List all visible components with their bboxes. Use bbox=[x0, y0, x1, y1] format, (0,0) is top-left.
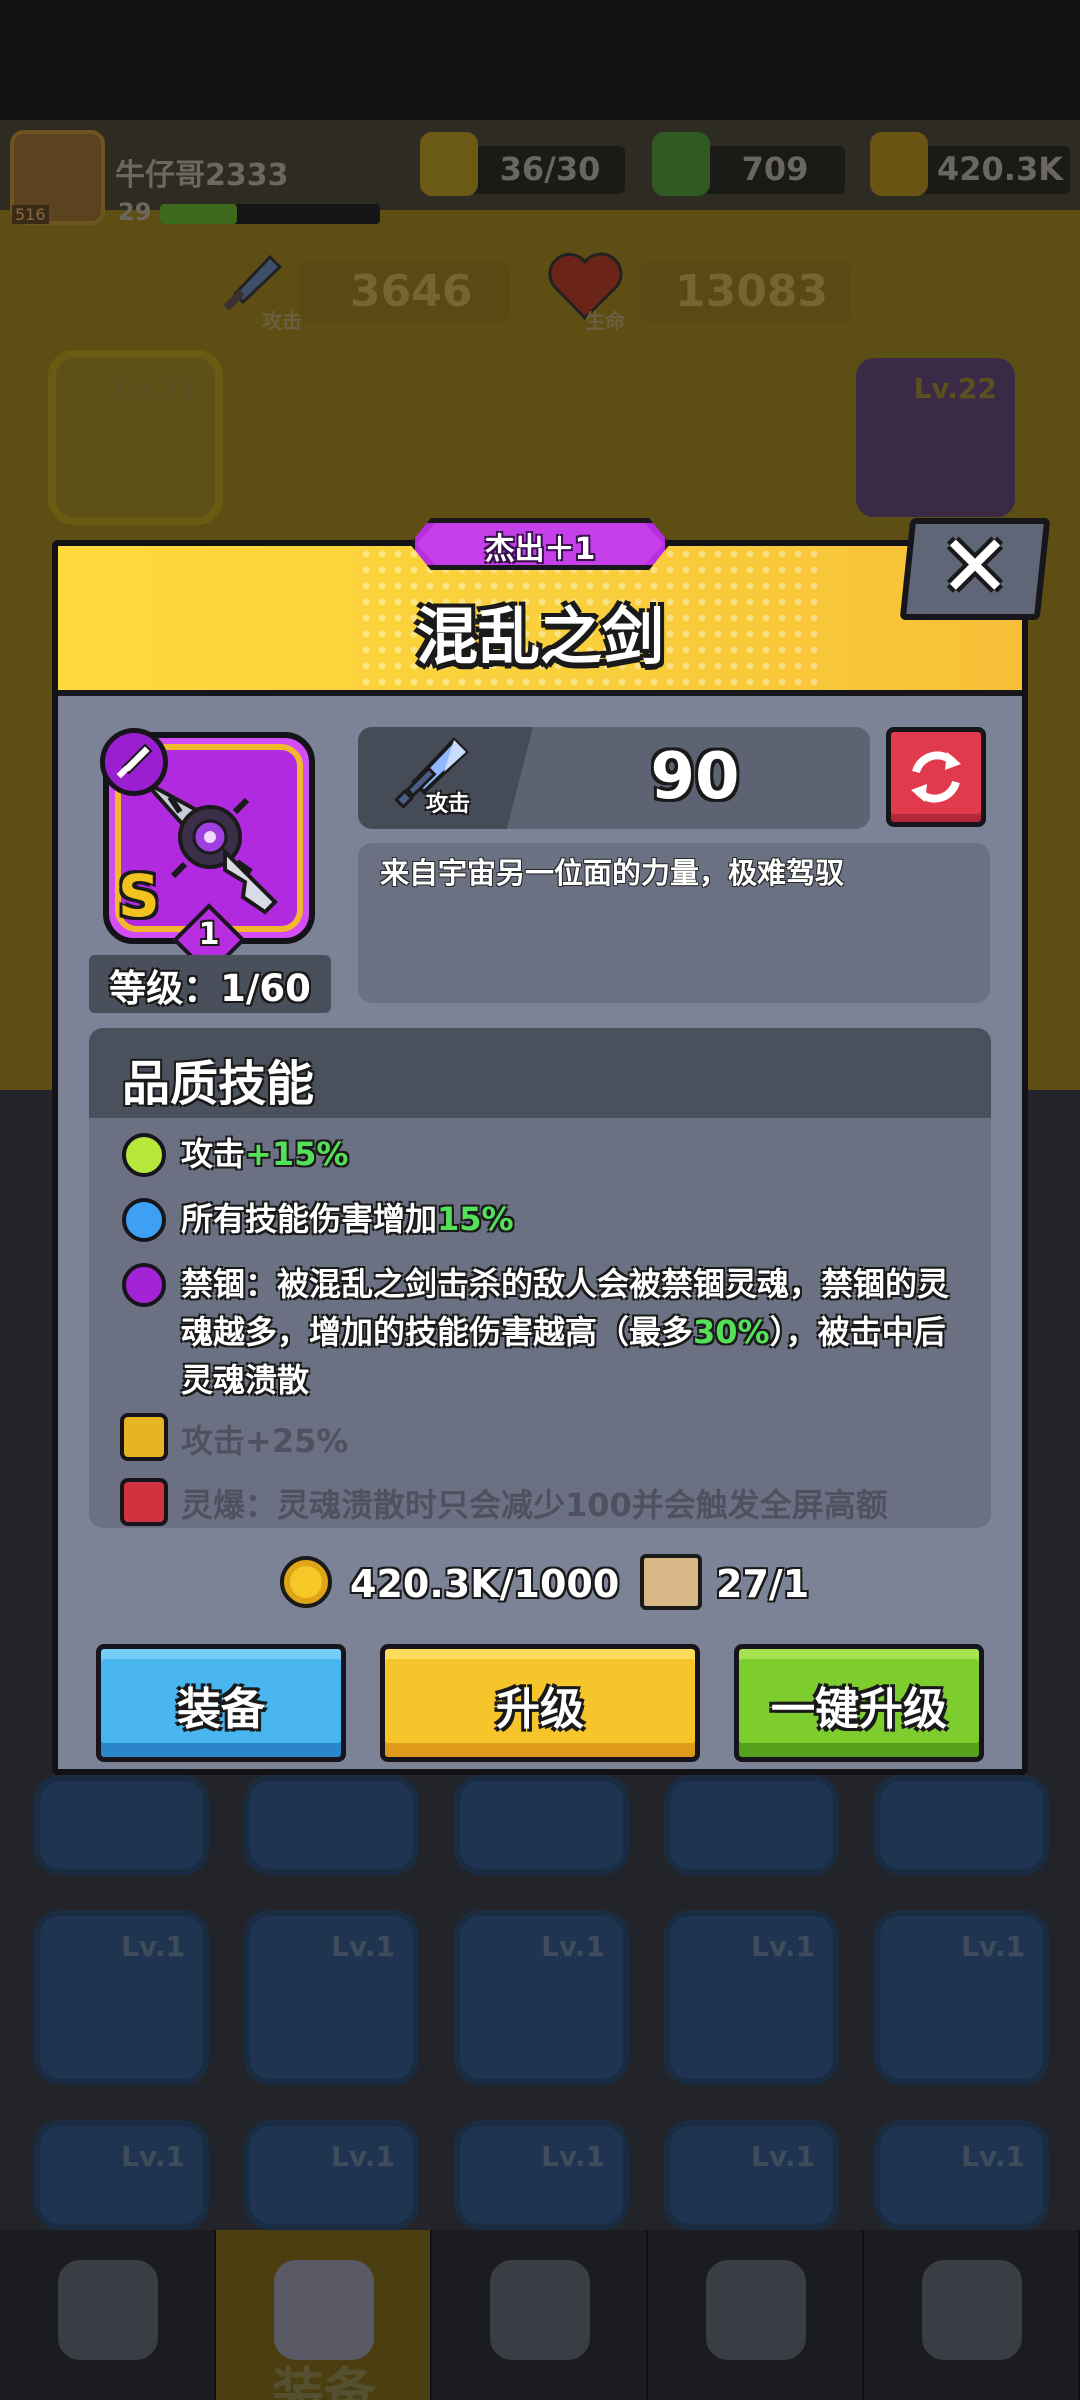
one-click-upgrade-button[interactable]: 一键升级 bbox=[734, 1644, 984, 1762]
item-attack-value: 90 bbox=[650, 740, 740, 814]
weapon-type-badge bbox=[100, 728, 168, 796]
scroll-cost: 27/1 bbox=[716, 1562, 810, 1606]
coin-value: 420.3K bbox=[936, 150, 1063, 188]
inventory-slot[interactable]: Lv.1 bbox=[34, 2120, 209, 2230]
inventory-slot[interactable]: Lv.1 bbox=[874, 2120, 1049, 2230]
gem-icon[interactable] bbox=[652, 132, 710, 196]
slot-level: Lv.1 bbox=[541, 2140, 605, 2173]
avatar-badge: 516 bbox=[12, 205, 49, 224]
inventory-slot[interactable]: Lv.1 bbox=[34, 1910, 209, 2085]
slot-level: Lv.1 bbox=[331, 2140, 395, 2173]
inventory-slot[interactable]: Lv.1 bbox=[454, 2120, 629, 2230]
equip-button-label: 装备 bbox=[177, 1684, 265, 1735]
inventory-slot[interactable] bbox=[874, 1775, 1049, 1875]
refresh-icon bbox=[911, 751, 961, 803]
star-count: 1 bbox=[198, 917, 220, 952]
status-bar-area bbox=[0, 0, 1080, 120]
attack-stat-value: 3646 bbox=[350, 266, 473, 317]
skill-tier-dot bbox=[122, 1133, 166, 1177]
skill-prefix: 攻击 bbox=[181, 1135, 246, 1173]
star-ball-icon bbox=[706, 2260, 806, 2360]
tab-shop[interactable] bbox=[0, 2230, 216, 2400]
xp-bar bbox=[160, 204, 380, 224]
attack-stat-label: 攻击 bbox=[262, 309, 302, 333]
hp-stat-value: 13083 bbox=[675, 266, 829, 317]
quality-skills-header: 品质技能 bbox=[89, 1028, 991, 1118]
skill-tier-dot bbox=[122, 1198, 166, 1242]
upgrade-button-label: 升级 bbox=[496, 1684, 584, 1735]
slot-level: Lv.1 bbox=[541, 1930, 605, 1963]
grade-label: S bbox=[118, 862, 160, 930]
inventory-slot[interactable] bbox=[664, 1775, 839, 1875]
slot-level: Lv.1 bbox=[331, 1930, 395, 1963]
slot-level: Lv.1 bbox=[121, 1930, 185, 1963]
player-name: 牛仔哥2333 bbox=[115, 158, 289, 193]
energy-icon[interactable] bbox=[420, 132, 478, 196]
slot-level: Lv.1 bbox=[751, 2140, 815, 2173]
close-icon[interactable]: ✕ bbox=[905, 512, 1045, 622]
locked-skill-text: 攻击+25% bbox=[181, 1422, 349, 1460]
quality-skills-title: 品质技能 bbox=[122, 1056, 315, 1112]
skill-highlight: +15% bbox=[245, 1135, 349, 1173]
tab-battle[interactable] bbox=[648, 2230, 864, 2400]
inventory-slot[interactable] bbox=[454, 1775, 629, 1875]
armor-slot-level: Lv.22 bbox=[913, 372, 997, 405]
hp-stat-label: 生命 bbox=[585, 309, 625, 333]
item-level-text: 等级：1/60 bbox=[109, 967, 311, 1010]
inventory-slot[interactable]: Lv.1 bbox=[664, 1910, 839, 2085]
item-title: 混乱之剑 bbox=[415, 600, 664, 673]
star-wings-icon bbox=[490, 2260, 590, 2360]
coin-icon bbox=[280, 1556, 332, 1608]
equip-button[interactable]: 装备 bbox=[96, 1644, 346, 1762]
skill-text: 攻击+15% bbox=[181, 1130, 971, 1178]
scroll-icon bbox=[640, 1554, 702, 1610]
quality-skills-panel[interactable]: 品质技能 攻击+15% 所有技能伤害增加15% 禁锢：被混乱之剑击杀的敌人会被禁… bbox=[89, 1028, 991, 1528]
inventory-slot[interactable]: Lv.1 bbox=[244, 1910, 419, 2085]
inventory-slot[interactable]: Lv.1 bbox=[454, 1910, 629, 2085]
one-click-upgrade-label: 一键升级 bbox=[771, 1684, 947, 1735]
lock-icon bbox=[120, 1413, 168, 1461]
locked-skill-text: 灵爆：灵魂溃散时只会减少100并会触发全屏高额 bbox=[181, 1486, 888, 1524]
slot-level: Lv.1 bbox=[121, 2140, 185, 2173]
slot-level: Lv.1 bbox=[961, 1930, 1025, 1963]
slot-level: Lv.1 bbox=[751, 1930, 815, 1963]
lock-icon bbox=[120, 1478, 168, 1526]
xp-bar-fill bbox=[160, 204, 237, 224]
tab-equipment[interactable]: 装备 bbox=[216, 2230, 432, 2400]
inventory-slot[interactable]: Lv.1 bbox=[244, 2120, 419, 2230]
armor-slot[interactable]: Lv.22 bbox=[848, 350, 1023, 525]
slot-level: Lv.1 bbox=[961, 2140, 1025, 2173]
energy-value: 36/30 bbox=[499, 150, 601, 188]
bottom-nav: 装备 bbox=[0, 2230, 1080, 2400]
weapon-slot-level: Lv.31 bbox=[113, 372, 197, 405]
skill-text: 所有技能伤害增加15% bbox=[181, 1195, 971, 1243]
reroll-button[interactable] bbox=[886, 727, 986, 827]
weapon-slot[interactable]: Lv.31 bbox=[48, 350, 223, 525]
inventory-slot[interactable]: Lv.1 bbox=[874, 1910, 1049, 2085]
rarity-tag-text: 杰出＋1 bbox=[484, 532, 596, 567]
skill-prefix: 所有技能伤害增加 bbox=[181, 1200, 438, 1238]
inventory-slot[interactable]: Lv.1 bbox=[664, 2120, 839, 2230]
coin-cost: 420.3K/1000 bbox=[350, 1562, 620, 1606]
equipment-icon bbox=[274, 2260, 374, 2360]
tab-heroes[interactable] bbox=[432, 2230, 648, 2400]
skill-highlight: 15% bbox=[437, 1200, 514, 1238]
coin-icon[interactable] bbox=[870, 132, 928, 196]
item-attack-label: 攻击 bbox=[426, 792, 471, 817]
upgrade-button[interactable]: 升级 bbox=[380, 1644, 700, 1762]
inventory-slot[interactable] bbox=[34, 1775, 209, 1875]
skill-text: 禁锢：被混乱之剑击杀的敌人会被禁锢灵魂，禁锢的灵魂越多，增加的技能伤害越高（最多… bbox=[181, 1260, 971, 1404]
item-description: 来自宇宙另一位面的力量，极难驾驭 bbox=[380, 856, 845, 890]
skill-highlight: 30% bbox=[693, 1313, 770, 1351]
inventory-slot[interactable] bbox=[244, 1775, 419, 1875]
player-level: 29 bbox=[118, 198, 152, 226]
shop-icon bbox=[58, 2260, 158, 2360]
tab-equipment-label: 装备 bbox=[271, 2363, 376, 2400]
tab-lab[interactable] bbox=[864, 2230, 1080, 2400]
dna-icon bbox=[922, 2260, 1022, 2360]
skill-tier-dot bbox=[122, 1263, 166, 1307]
gem-value: 709 bbox=[741, 150, 809, 188]
